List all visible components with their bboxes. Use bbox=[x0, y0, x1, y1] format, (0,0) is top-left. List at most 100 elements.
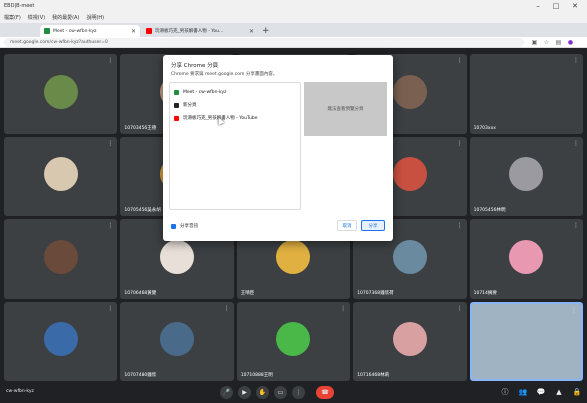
participant-name: 10707368鐘欣荷 bbox=[357, 290, 394, 296]
participant-tile[interactable]: ⋮ 10710888王明 bbox=[236, 301, 351, 381]
avatar bbox=[160, 239, 195, 274]
participant-name: 10706468黃健 bbox=[124, 290, 157, 296]
tab-preview: 無法查看預覽分頁 bbox=[304, 82, 387, 136]
tab-close-icon[interactable]: ✕ bbox=[249, 28, 254, 35]
share-audio-label: 分享音訊 bbox=[180, 224, 198, 229]
dialog-subtitle: Chrome 要求與 meet.google.com 分享畫面內容。 bbox=[171, 72, 278, 77]
camera-icon[interactable]: ▣ bbox=[530, 38, 539, 47]
menu-file[interactable]: 檔案(F) bbox=[4, 14, 21, 21]
mic-icon[interactable]: 🎤 bbox=[220, 386, 233, 399]
camera-toggle-icon[interactable]: ▶ bbox=[238, 386, 251, 399]
participant-name: 10710888王明 bbox=[240, 373, 273, 378]
meet-icon bbox=[174, 89, 179, 95]
more-options-icon[interactable]: ⋮ bbox=[292, 386, 305, 399]
participant-name: 10707480鐘欣 bbox=[124, 373, 157, 378]
maximize-icon[interactable]: □ bbox=[548, 0, 564, 12]
profile-avatar-icon[interactable]: ● bbox=[566, 38, 575, 47]
mic-muted-icon: ⋮ bbox=[456, 304, 463, 312]
cancel-button[interactable]: 取消 bbox=[337, 220, 357, 231]
mic-muted-icon: ⋮ bbox=[107, 139, 114, 147]
minimize-icon[interactable]: – bbox=[530, 0, 546, 12]
share-button[interactable]: 分享 bbox=[361, 220, 385, 231]
share-tab-dialog: 分享 Chrome 分頁 Chrome 要求與 meet.google.com … bbox=[163, 55, 393, 241]
new-tab-icon[interactable]: + bbox=[262, 25, 270, 37]
mic-muted-icon: ⋮ bbox=[456, 57, 463, 64]
participant-tile[interactable]: ⋮ 10705456林明 bbox=[469, 136, 583, 216]
avatar bbox=[392, 239, 427, 274]
tab-strip: Meet - cw-wfbn-kyz ✕ 玩滑板巧克_男孩解書人物 - You…… bbox=[0, 23, 587, 37]
mic-muted-icon: ⋮ bbox=[572, 139, 579, 147]
participant-tile[interactable]: ⋮ bbox=[469, 301, 583, 381]
end-call-icon[interactable]: ☎ bbox=[316, 386, 334, 399]
dialog-title: 分享 Chrome 分頁 bbox=[171, 63, 219, 69]
present-screen-icon[interactable]: ▭ bbox=[274, 386, 287, 399]
mic-muted-icon: ⋮ bbox=[570, 306, 577, 314]
mic-muted-icon: ⋮ bbox=[572, 222, 579, 229]
mic-muted-icon: ⋮ bbox=[107, 304, 114, 312]
menu-favorites[interactable]: 我的最愛(A) bbox=[52, 14, 79, 21]
activities-icon[interactable]: ▲ bbox=[554, 387, 564, 398]
participant-name: 王晴臣 bbox=[240, 290, 255, 296]
share-audio-checkbox[interactable]: 分享音訊 bbox=[171, 223, 198, 229]
info-icon[interactable]: ⓘ bbox=[500, 387, 510, 398]
window-titlebar: EBD|B-meet – □ ✕ bbox=[0, 0, 587, 12]
close-icon[interactable]: ✕ bbox=[567, 0, 583, 12]
chat-icon[interactable]: 💬 bbox=[536, 387, 546, 398]
tab-close-icon[interactable]: ✕ bbox=[131, 28, 136, 35]
meeting-controls-bar: cw-wfbn-kyz 🎤 ▶ ✋ ▭ ⋮ ☎ ⓘ 👥 💬 ▲ 🔒 bbox=[0, 383, 587, 403]
address-bar[interactable]: meet.google.com/cw-wfbn-kyz?authuser=0 bbox=[4, 38, 524, 47]
avatar bbox=[160, 322, 195, 357]
mic-muted-icon: ⋮ bbox=[107, 222, 114, 229]
avatar bbox=[392, 322, 427, 357]
avatar bbox=[509, 239, 544, 274]
raise-hand-icon[interactable]: ✋ bbox=[256, 386, 269, 399]
tab-youtube[interactable]: 玩滑板巧克_男孩解書人物 - You… ✕ bbox=[142, 25, 258, 37]
menubar: 檔案(F) 檢視(V) 我的最愛(A) 說明(H) bbox=[0, 12, 587, 23]
participant-name: 10716468林莉 bbox=[357, 373, 390, 378]
source-label: Meet - cw-wfbn-kyz bbox=[183, 89, 227, 95]
tab-meet[interactable]: Meet - cw-wfbn-kyz ✕ bbox=[40, 25, 140, 37]
tab-source-list: Meet - cw-wfbn-kyz 新分頁 玩滑板巧克_男孩解書人物 - Yo… bbox=[169, 82, 301, 210]
source-label: 新分頁 bbox=[183, 103, 197, 108]
youtube-icon bbox=[174, 115, 179, 121]
avatar bbox=[43, 74, 78, 109]
mic-muted-icon: ⋮ bbox=[456, 139, 463, 147]
participant-tile[interactable]: ⋮ 10714摘要 bbox=[469, 219, 583, 299]
toolbar: meet.google.com/cw-wfbn-kyz?authuser=0 ▣… bbox=[0, 37, 587, 48]
mic-muted-icon: ⋮ bbox=[107, 57, 114, 64]
avatar bbox=[43, 239, 78, 274]
source-item-newtab[interactable]: 新分頁 bbox=[174, 100, 298, 110]
participant-name: 10705456林明 bbox=[473, 208, 506, 213]
participant-tile[interactable]: ⋮ bbox=[4, 136, 118, 216]
window-title: EBD|B-meet bbox=[4, 3, 35, 9]
participant-name: 10703xxx bbox=[473, 125, 496, 131]
participant-tile[interactable]: ⋮ 10703xxx bbox=[469, 54, 583, 134]
participant-tile[interactable]: ⋮ bbox=[4, 219, 118, 299]
lock-icon[interactable]: 🔒 bbox=[572, 387, 582, 398]
avatar bbox=[43, 322, 78, 357]
participant-tile[interactable]: ⋮ 10707480鐘欣 bbox=[120, 301, 234, 381]
newtab-icon bbox=[174, 102, 179, 108]
participant-tile[interactable]: ⋮ bbox=[4, 301, 118, 381]
source-item-meet[interactable]: Meet - cw-wfbn-kyz bbox=[174, 87, 298, 97]
mic-muted-icon: ⋮ bbox=[223, 304, 230, 312]
avatar bbox=[392, 157, 427, 192]
tab-label: Meet - cw-wfbn-kyz bbox=[53, 28, 97, 34]
avatar bbox=[509, 74, 544, 109]
source-item-youtube[interactable]: 玩滑板巧克_男孩解書人物 - YouTube bbox=[174, 113, 298, 123]
mic-muted-icon: ⋮ bbox=[456, 222, 463, 229]
avatar bbox=[43, 157, 78, 192]
menu-view[interactable]: 檢視(V) bbox=[28, 14, 45, 21]
participant-tile[interactable]: ⋮ 10716468林莉 bbox=[353, 301, 467, 381]
participant-tile[interactable]: ⋮ bbox=[4, 54, 118, 134]
people-icon[interactable]: 👥 bbox=[518, 387, 528, 398]
checkbox-icon[interactable] bbox=[171, 223, 176, 229]
star-icon[interactable]: ☆ bbox=[542, 38, 551, 47]
avatar bbox=[471, 303, 581, 380]
extensions-icon[interactable]: ▤ bbox=[554, 38, 563, 47]
menu-help[interactable]: 說明(H) bbox=[86, 14, 104, 21]
participant-name: 10705456吳永胡 bbox=[124, 208, 161, 213]
meeting-code: cw-wfbn-kyz bbox=[6, 389, 34, 394]
meet-favicon-icon bbox=[44, 28, 50, 34]
mic-muted-icon: ⋮ bbox=[572, 57, 579, 64]
